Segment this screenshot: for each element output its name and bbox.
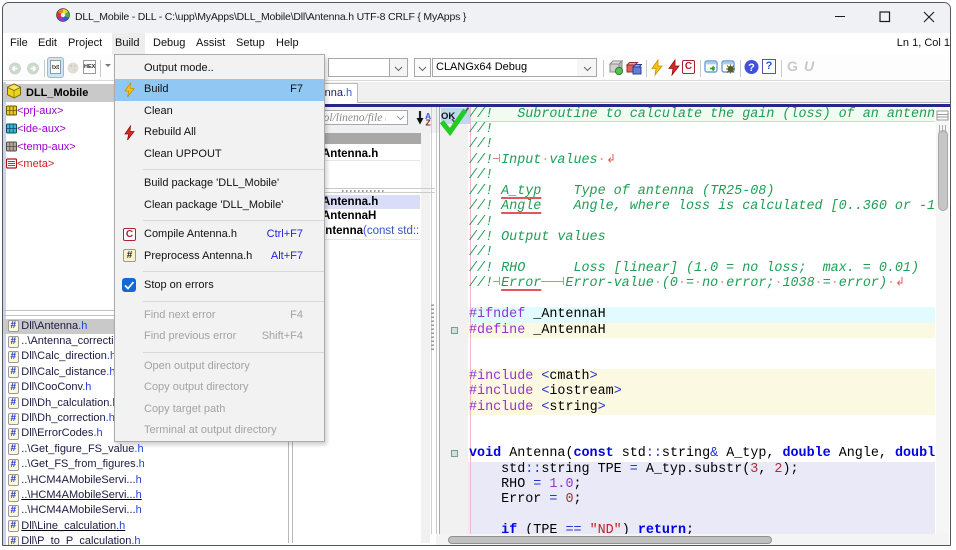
- svg-text:?: ?: [748, 62, 755, 74]
